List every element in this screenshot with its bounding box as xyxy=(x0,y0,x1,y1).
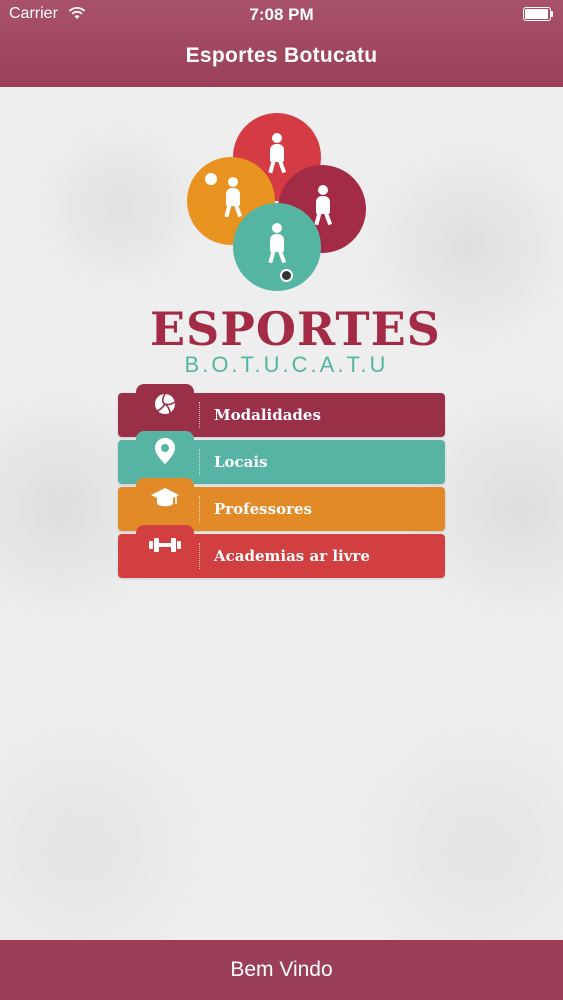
graduation-cap-icon xyxy=(136,478,194,518)
menu-divider xyxy=(199,496,200,522)
esportes-logo: ESPORTES B.O.T.U.C.A.T.U xyxy=(150,111,441,377)
menu-item-label: Professores xyxy=(214,500,312,518)
logo-wordmark: ESPORTES xyxy=(150,302,441,356)
footer-tab-bem-vindo[interactable]: Bem Vindo xyxy=(0,940,563,1000)
status-bar: Carrier 7:08 PM xyxy=(0,0,563,30)
main-content: ESPORTES B.O.T.U.C.A.T.U Modalidades Loc… xyxy=(0,87,563,940)
menu-item-academias[interactable]: Academias ar livre xyxy=(118,525,445,578)
runner-icon xyxy=(266,133,288,174)
menu-item-label: Locais xyxy=(214,453,268,471)
menu-divider xyxy=(199,543,200,569)
battery-icon xyxy=(523,7,553,21)
page-title: Esportes Botucatu xyxy=(185,44,378,67)
basketball-player-icon xyxy=(222,177,244,218)
basketball-icon xyxy=(205,173,217,185)
soccer-ball-icon xyxy=(280,269,293,282)
menu-item-label: Academias ar livre xyxy=(214,547,370,565)
status-time: 7:08 PM xyxy=(249,5,314,24)
menu-divider xyxy=(199,449,200,475)
app-header: Carrier 7:08 PM Esportes Botucatu xyxy=(0,0,563,87)
menu-item-label: Modalidades xyxy=(214,406,321,424)
soccer-player-icon xyxy=(266,223,288,264)
logo-subtitle: B.O.T.U.C.A.T.U xyxy=(184,352,389,377)
dumbbell-icon xyxy=(136,525,194,565)
tennis-player-icon xyxy=(312,185,334,226)
volleyball-icon xyxy=(136,384,194,424)
map-pin-icon xyxy=(136,431,194,471)
menu-divider xyxy=(199,402,200,428)
